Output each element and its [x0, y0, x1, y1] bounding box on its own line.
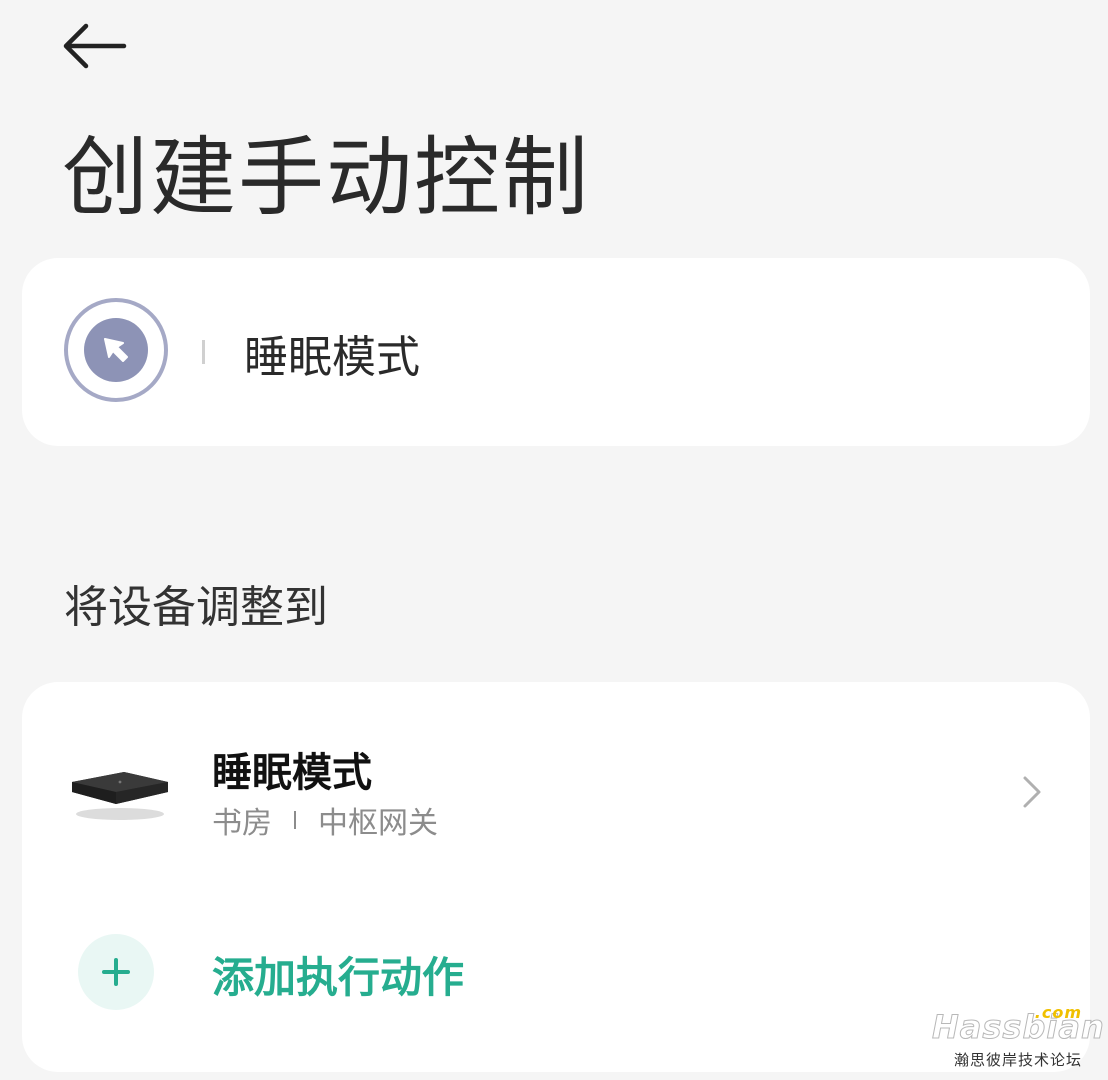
name-card	[22, 258, 1090, 446]
watermark-logo: .com Hassbian	[932, 1003, 1105, 1046]
action-room: 书房	[212, 806, 272, 841]
add-action-button[interactable]: 添加执行动作	[22, 922, 1090, 1032]
name-input[interactable]	[244, 318, 1044, 388]
separator	[294, 811, 296, 829]
watermark: .com Hassbian 瀚思彼岸技术论坛	[932, 1003, 1105, 1070]
section-heading: 将设备调整到	[64, 582, 328, 633]
chevron-right-icon	[1023, 776, 1041, 808]
icon-picker-inner	[84, 318, 148, 382]
text-cursor	[202, 340, 205, 364]
action-title: 睡眠模式	[212, 750, 372, 796]
actions-card: 睡眠模式 书房 中枢网关 添加执行动作	[22, 682, 1090, 1072]
gateway-device-image	[72, 772, 168, 820]
add-action-label: 添加执行动作	[212, 953, 465, 1002]
action-subtitle: 书房 中枢网关	[212, 798, 438, 842]
add-circle	[78, 934, 154, 1010]
back-button[interactable]	[60, 18, 130, 74]
watermark-subtitle: 瀚思彼岸技术论坛	[953, 1051, 1082, 1069]
cursor-pointer-icon	[104, 338, 128, 362]
action-device: 中枢网关	[318, 806, 438, 841]
arrow-left-icon	[63, 23, 127, 69]
page-title: 创建手动控制	[62, 128, 590, 228]
watermark-com: .com	[1034, 1003, 1082, 1022]
icon-picker-button[interactable]	[64, 298, 168, 402]
plus-icon	[102, 958, 130, 986]
action-item[interactable]: 睡眠模式 书房 中枢网关	[22, 712, 1090, 872]
